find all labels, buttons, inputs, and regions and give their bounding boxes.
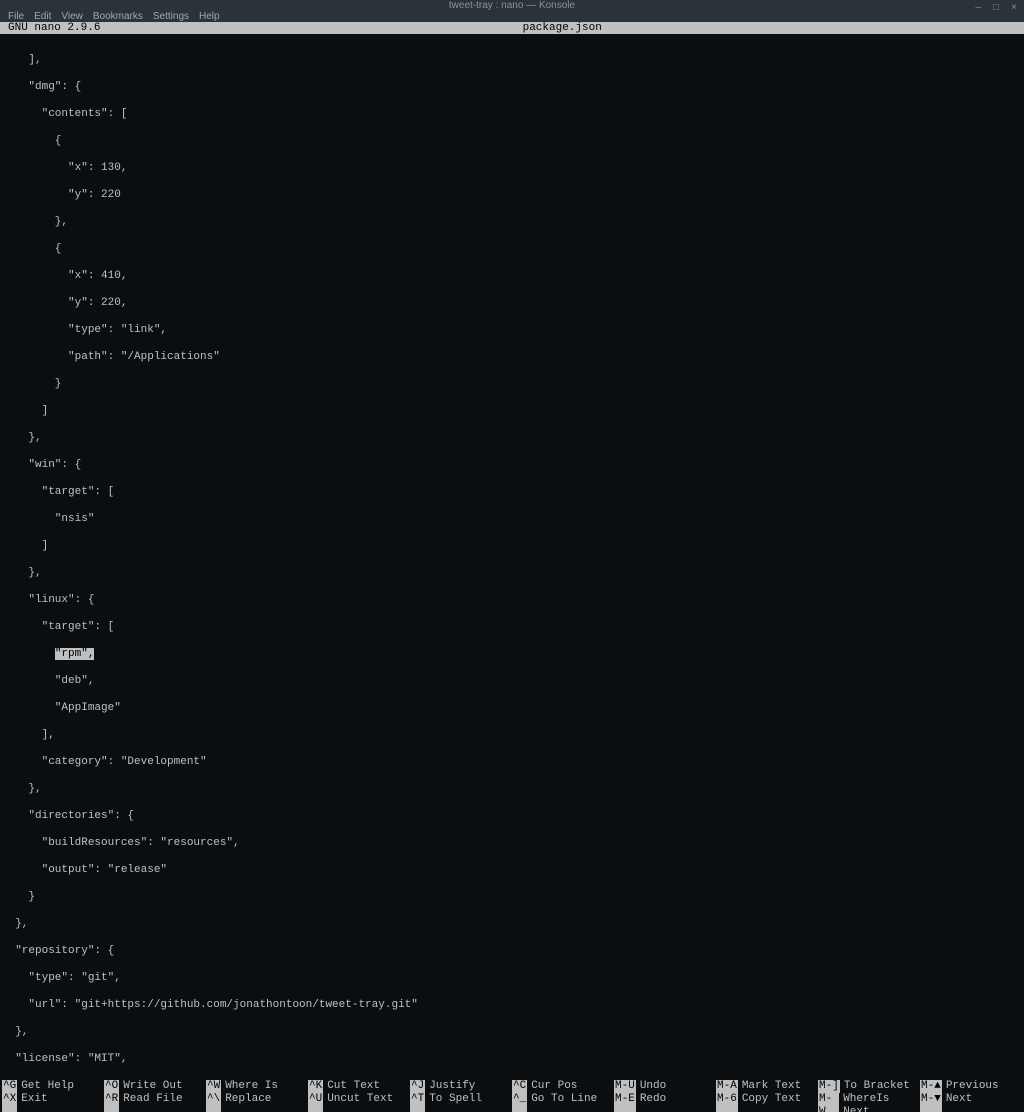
shortcut-go-to-line: ^_Go To Line [512, 1093, 614, 1112]
code-line: "x": 410, [2, 270, 1022, 284]
minimize-button[interactable]: – [973, 0, 985, 15]
shortcut-where-is: ^WWhere Is [206, 1080, 308, 1093]
shortcut-to-bracket: M-]To Bracket [818, 1080, 920, 1093]
code-line: "license": "MIT", [2, 1053, 1022, 1067]
code-line: ] [2, 540, 1022, 554]
code-line: "x": 130, [2, 162, 1022, 176]
shortcut-previous: M-▲Previous [920, 1080, 1022, 1093]
shortcut-exit: ^XExit [2, 1093, 104, 1112]
maximize-button[interactable]: □ [990, 0, 1002, 15]
shortcut-read-file: ^RRead File [104, 1093, 206, 1112]
menu-view[interactable]: View [61, 11, 83, 22]
code-line: "linux": { [2, 594, 1022, 608]
highlighted-text: "rpm", [55, 648, 95, 660]
shortcut-uncut-text: ^UUncut Text [308, 1093, 410, 1112]
shortcut-copy-text: M-6Copy Text [716, 1093, 818, 1112]
code-line: "rpm", [2, 648, 1022, 662]
code-line: }, [2, 567, 1022, 581]
code-line: "y": 220 [2, 189, 1022, 203]
code-line: "repository": { [2, 945, 1022, 959]
shortcut-justify: ^JJustify [410, 1080, 512, 1093]
shortcut-get-help: ^GGet Help [2, 1080, 104, 1093]
code-line: ], [2, 54, 1022, 68]
shortcut-cur-pos: ^CCur Pos [512, 1080, 614, 1093]
code-line: "target": [ [2, 621, 1022, 635]
shortcut-cut-text: ^KCut Text [308, 1080, 410, 1093]
code-line: }, [2, 918, 1022, 932]
shortcut-to-spell: ^TTo Spell [410, 1093, 512, 1112]
code-line: ] [2, 405, 1022, 419]
window-titlebar: tweet-tray : nano — Konsole – □ × [0, 0, 1024, 11]
code-line: "y": 220, [2, 297, 1022, 311]
shortcut-replace: ^\Replace [206, 1093, 308, 1112]
code-line: }, [2, 783, 1022, 797]
menu-file[interactable]: File [8, 11, 24, 22]
editor-area[interactable]: ], "dmg": { "contents": [ { "x": 130, "y… [0, 34, 1024, 1080]
window-controls: – □ × [973, 0, 1020, 15]
menu-help[interactable]: Help [199, 11, 220, 22]
code-line: "output": "release" [2, 864, 1022, 878]
code-line: }, [2, 216, 1022, 230]
code-line: "contents": [ [2, 108, 1022, 122]
code-line: "type": "link", [2, 324, 1022, 338]
code-line: } [2, 891, 1022, 905]
menu-settings[interactable]: Settings [153, 11, 189, 22]
shortcut-mark-text: M-AMark Text [716, 1080, 818, 1093]
shortcut-next: M-▼Next [920, 1093, 1022, 1112]
nano-header: GNU nano 2.9.6 package.json [0, 22, 1024, 34]
code-line: }, [2, 1026, 1022, 1040]
close-button[interactable]: × [1008, 0, 1020, 15]
nano-shortcuts: ^GGet Help ^OWrite Out ^WWhere Is ^KCut … [0, 1080, 1024, 1112]
code-line: "AppImage" [2, 702, 1022, 716]
code-line: } [2, 378, 1022, 392]
code-line: "nsis" [2, 513, 1022, 527]
shortcut-whereis-next: M-WWhereIs Next [818, 1093, 920, 1112]
code-line: "target": [ [2, 486, 1022, 500]
code-line: { [2, 243, 1022, 257]
shortcut-redo: M-ERedo [614, 1093, 716, 1112]
code-line: "path": "/Applications" [2, 351, 1022, 365]
nano-filename: package.json [100, 22, 1024, 34]
window-title: tweet-tray : nano — Konsole [449, 0, 575, 11]
code-line: { [2, 135, 1022, 149]
shortcut-undo: M-UUndo [614, 1080, 716, 1093]
menu-edit[interactable]: Edit [34, 11, 51, 22]
code-line: "directories": { [2, 810, 1022, 824]
code-line: }, [2, 432, 1022, 446]
menu-bookmarks[interactable]: Bookmarks [93, 11, 143, 22]
code-line: ], [2, 729, 1022, 743]
shortcut-write-out: ^OWrite Out [104, 1080, 206, 1093]
code-line: "type": "git", [2, 972, 1022, 986]
code-line: "url": "git+https://github.com/jonathont… [2, 999, 1022, 1013]
code-line: "category": "Development" [2, 756, 1022, 770]
menubar: File Edit View Bookmarks Settings Help [0, 11, 1024, 22]
code-line: "win": { [2, 459, 1022, 473]
code-line: "dmg": { [2, 81, 1022, 95]
code-line: "buildResources": "resources", [2, 837, 1022, 851]
nano-version: GNU nano 2.9.6 [0, 22, 100, 34]
code-line: "deb", [2, 675, 1022, 689]
